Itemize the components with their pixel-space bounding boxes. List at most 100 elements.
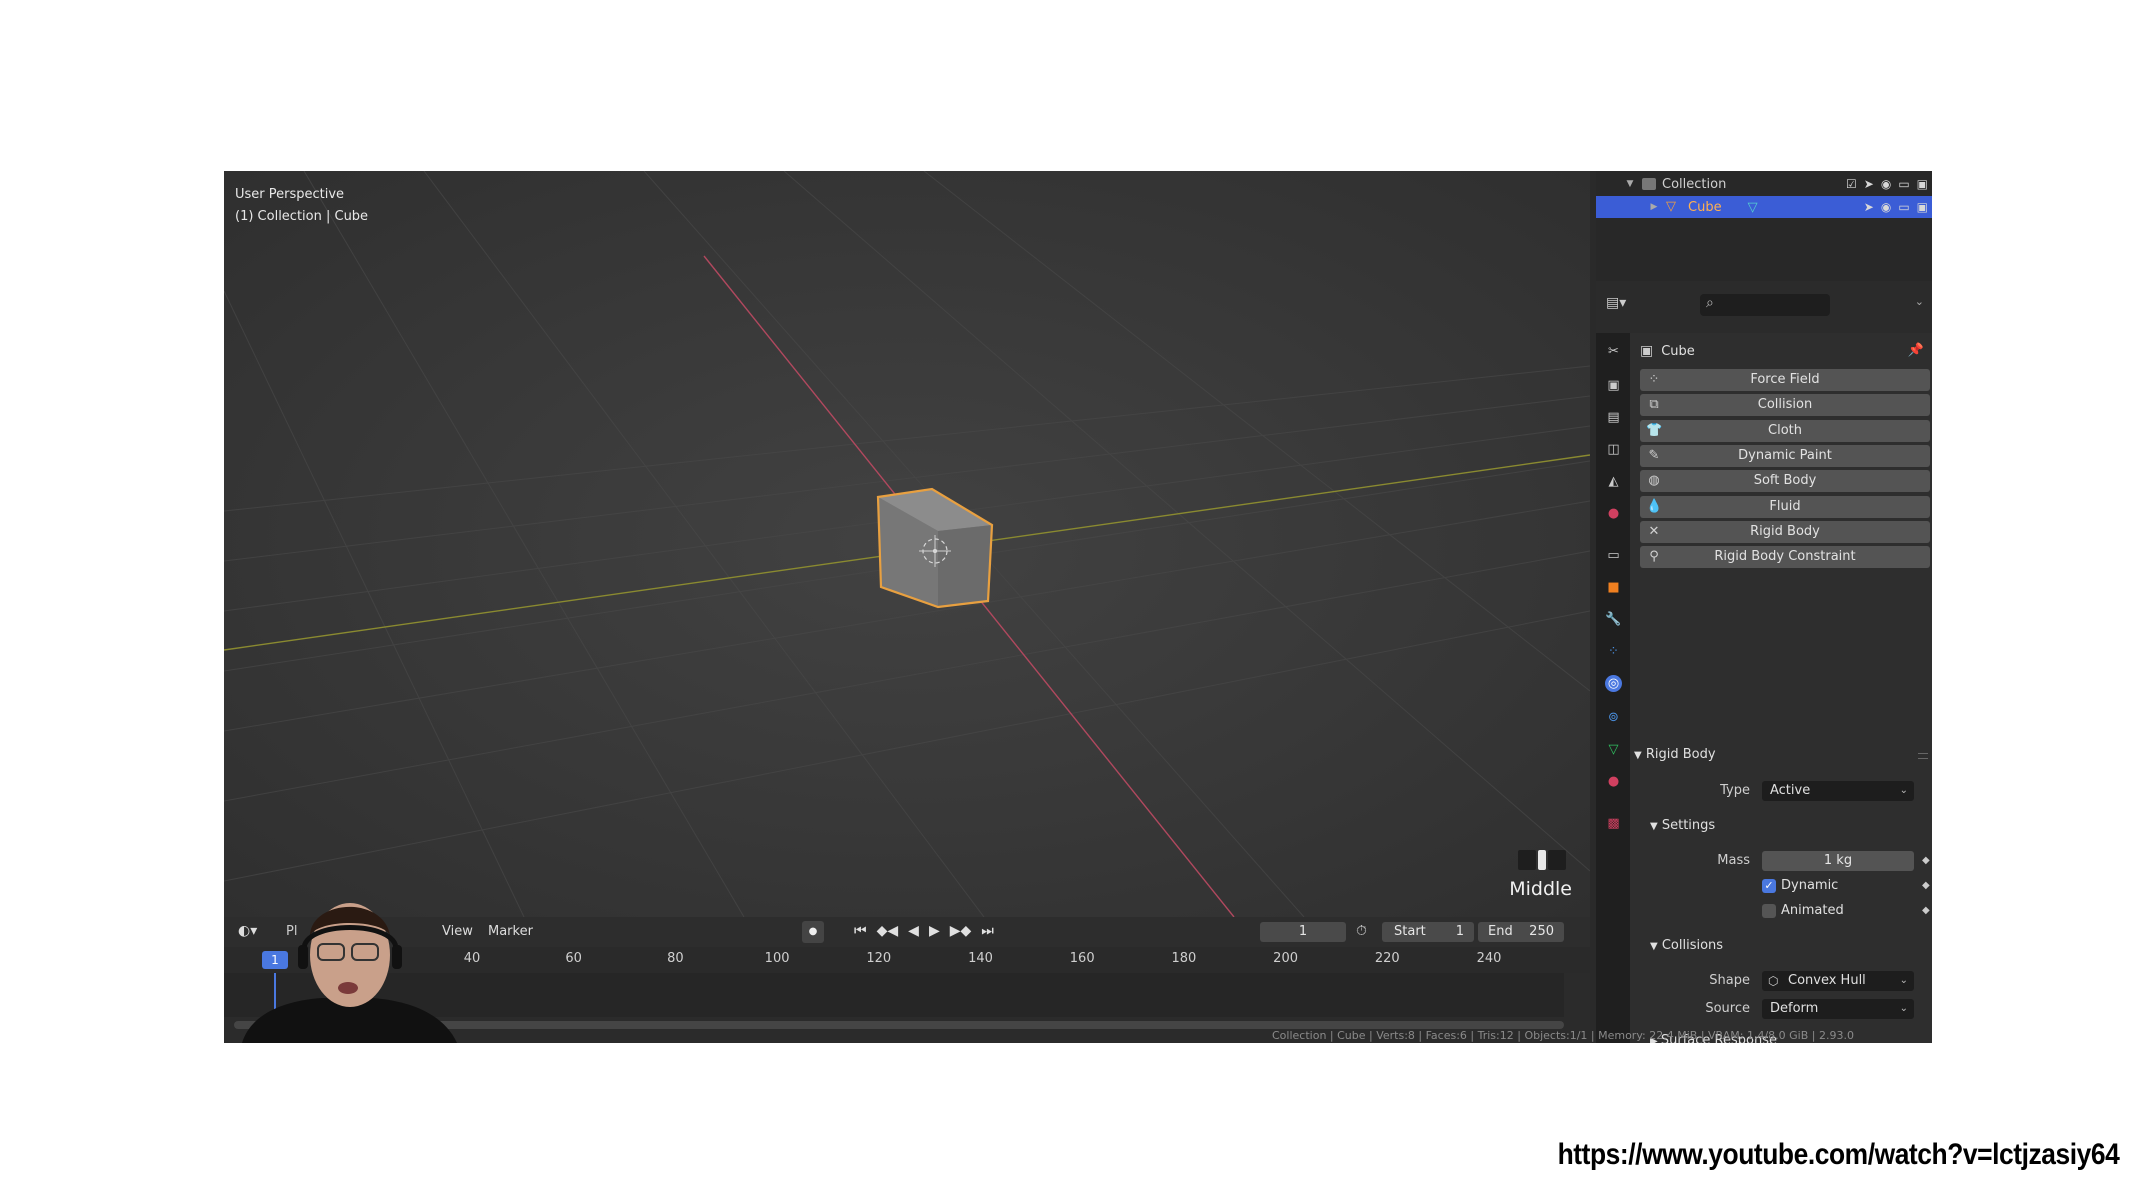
current-frame-field[interactable]: 1: [1260, 922, 1346, 942]
dynamic-label: Dynamic: [1781, 878, 1839, 893]
eye-icon[interactable]: ◉: [1881, 177, 1891, 191]
rigid-body-section-label: Rigid Body: [1645, 747, 1716, 762]
play-reverse-icon[interactable]: ◀: [908, 923, 919, 939]
rigid-body-section-header[interactable]: ▼ Rigid Body: [1634, 747, 1716, 762]
cube-object[interactable]: [224, 171, 1590, 917]
tab-world[interactable]: ●: [1605, 505, 1622, 522]
checkmark-icon: ✓: [1762, 878, 1776, 893]
dynamic-checkbox[interactable]: ✓ Dynamic: [1762, 878, 1838, 893]
source-value: Deform: [1770, 1001, 1819, 1016]
mesh-object-icon: ▽: [1666, 199, 1676, 214]
search-icon: ⌕: [1706, 295, 1714, 311]
pin-icon[interactable]: 📌: [1908, 343, 1924, 358]
tab-physics[interactable]: ◎: [1605, 675, 1622, 692]
end-value: 250: [1529, 924, 1554, 939]
outliner-row-collection[interactable]: ▼ Collection ☑ ➤ ◉ ▭ ▣: [1596, 173, 1932, 195]
keyframe-dot-icon[interactable]: ◆: [1922, 905, 1930, 916]
physics-button-cloth[interactable]: 👕 Cloth: [1640, 419, 1930, 442]
keyframe-dot-icon[interactable]: ◆: [1922, 855, 1930, 866]
physics-button-collision[interactable]: ⧉ Collision: [1640, 394, 1930, 417]
ruler-tick-label: 60: [565, 951, 582, 966]
settings-subsection-header[interactable]: ▼ Settings: [1650, 818, 1715, 833]
tab-collection[interactable]: ▭: [1605, 547, 1622, 564]
camera-icon[interactable]: ▣: [1917, 200, 1928, 214]
source-dropdown[interactable]: Deform ⌄: [1762, 999, 1914, 1019]
physics-button-label: Cloth: [1768, 422, 1802, 438]
eye-icon[interactable]: ◉: [1881, 200, 1891, 214]
tab-data[interactable]: ▽: [1605, 741, 1622, 758]
ruler-tick-label: 180: [1171, 951, 1197, 966]
tab-constraints[interactable]: ⊚: [1605, 709, 1622, 726]
search-input[interactable]: ⌕: [1700, 294, 1830, 316]
physics-button-dynamic-paint[interactable]: ✎ Dynamic Paint: [1640, 444, 1930, 467]
tab-particles[interactable]: ⁘: [1605, 643, 1622, 660]
ruler-tick-label: 120: [866, 951, 892, 966]
shape-dropdown[interactable]: ⬡ Convex Hull ⌄: [1762, 971, 1914, 991]
mass-field[interactable]: 1 kg: [1762, 851, 1914, 871]
mouse-button-label: Middle: [1509, 878, 1572, 900]
stopwatch-icon[interactable]: ⏱: [1356, 923, 1367, 939]
3d-viewport[interactable]: User Perspective (1) Collection | Cube M…: [224, 171, 1590, 917]
tab-tool[interactable]: ✂: [1605, 343, 1622, 360]
type-value: Active: [1770, 783, 1811, 798]
physics-button-rigid-body[interactable]: ✕ Rigid Body: [1640, 520, 1930, 543]
outliner-row-cube[interactable]: ▶ ▽ Cube ▽ ➤ ◉ ▭ ▣: [1596, 196, 1932, 218]
tab-render[interactable]: ▣: [1605, 377, 1622, 394]
physics-button-force-field[interactable]: ⁘ Force Field: [1640, 369, 1930, 391]
ruler-tick-label: 140: [968, 951, 993, 966]
drag-handle-icon[interactable]: [1918, 753, 1928, 759]
expand-arrow-icon[interactable]: ▼: [1624, 179, 1636, 189]
editor-type-icon[interactable]: ▤▾: [1606, 295, 1634, 315]
physics-button-fluid[interactable]: 💧 Fluid: [1640, 495, 1930, 518]
physics-button-rigid-body-constraint[interactable]: ⚲ Rigid Body Constraint: [1640, 546, 1930, 569]
tab-modifiers[interactable]: 🔧: [1605, 611, 1622, 628]
source-url-caption: https://www.youtube.com/watch?v=lctjzasi…: [1557, 1138, 2119, 1171]
tab-material[interactable]: ●: [1605, 773, 1622, 790]
camera-icon[interactable]: ▣: [1917, 177, 1928, 191]
tab-texture[interactable]: ▩: [1605, 815, 1622, 832]
ruler-tick-label: 40: [463, 951, 481, 966]
expand-arrow-icon[interactable]: ▶: [1648, 202, 1660, 212]
collapse-arrow-icon: ▼: [1650, 941, 1658, 952]
monitor-icon[interactable]: ▭: [1898, 177, 1909, 191]
select-arrow-icon[interactable]: ➤: [1864, 177, 1874, 191]
jump-end-icon[interactable]: ⏭: [981, 923, 994, 939]
physics-button-soft-body[interactable]: ◍ Soft Body: [1640, 470, 1930, 493]
select-arrow-icon[interactable]: ➤: [1864, 200, 1874, 214]
ruler-tick-label: 80: [667, 951, 684, 966]
animated-checkbox[interactable]: Animated: [1762, 903, 1844, 918]
tab-output[interactable]: ▤: [1605, 409, 1622, 426]
type-dropdown[interactable]: Active ⌄: [1762, 781, 1914, 801]
tab-scene[interactable]: ◭: [1605, 473, 1622, 490]
properties-panel: ▣ Cube 📌 ⁘ Force Field ⧉ Collision 👕 Cloth ✎ Dy…: [1630, 333, 1932, 1043]
jump-start-icon[interactable]: ⏮: [854, 923, 867, 939]
tab-object[interactable]: ■: [1605, 579, 1622, 596]
next-keyframe-icon[interactable]: ▶◆: [950, 923, 972, 939]
start-frame-field[interactable]: Start 1: [1382, 922, 1474, 942]
end-frame-field[interactable]: End 250: [1478, 922, 1564, 942]
chevron-down-icon: ⌄: [1899, 975, 1908, 986]
keyframe-dot-icon[interactable]: ◆: [1922, 880, 1930, 891]
prev-keyframe-icon[interactable]: ◆◀: [877, 923, 899, 939]
monitor-icon[interactable]: ▭: [1898, 200, 1909, 214]
properties-tabs: ✂ ▣ ▤ ◫ ◭ ● ▭ ■ 🔧 ⁘ ◎ ⊚ ▽ ● ▩: [1596, 333, 1630, 1043]
collisions-subsection-header[interactable]: ▼ Collisions: [1650, 938, 1723, 953]
mouse-button-indicator-icon: [1518, 850, 1566, 870]
mass-label: Mass: [1717, 853, 1750, 868]
settings-label: Settings: [1661, 818, 1716, 833]
checkbox-icon[interactable]: ☑: [1846, 177, 1857, 191]
marker-menu[interactable]: Marker: [488, 924, 533, 939]
play-icon[interactable]: ▶: [929, 923, 940, 939]
tab-view-layer[interactable]: ◫: [1605, 441, 1622, 458]
ruler-tick-label: 100: [764, 951, 790, 966]
physics-button-label: Soft Body: [1753, 473, 1817, 489]
record-button[interactable]: ●: [802, 921, 824, 943]
mesh-data-icon: ▽: [1747, 199, 1758, 215]
ruler-tick-label: 200: [1273, 951, 1299, 966]
start-label: Start: [1394, 924, 1426, 939]
collection-label: Collection: [1662, 176, 1727, 192]
collapse-arrow-icon: ▼: [1634, 750, 1642, 761]
physics-button-label: Force Field: [1750, 372, 1820, 387]
chevron-down-icon[interactable]: ⌄: [1915, 295, 1924, 308]
physics-button-label: Fluid: [1769, 498, 1801, 514]
